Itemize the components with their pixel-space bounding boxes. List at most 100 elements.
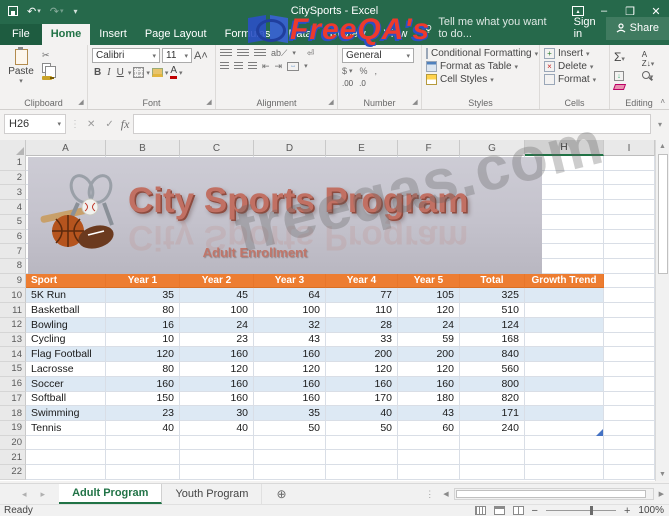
sign-in-link[interactable]: Sign in bbox=[564, 12, 606, 45]
cell-G15[interactable]: 560 bbox=[460, 362, 525, 377]
align-right-icon[interactable] bbox=[248, 62, 257, 71]
number-format-select[interactable]: General▾ bbox=[342, 48, 414, 63]
cell-H14[interactable] bbox=[525, 347, 604, 362]
conditional-formatting-button[interactable]: Conditional Formatting▾ bbox=[426, 48, 536, 59]
cell-I2[interactable] bbox=[604, 171, 655, 186]
ribbon-tab-insert[interactable]: Insert bbox=[90, 24, 136, 45]
cell-C18[interactable]: 30 bbox=[180, 406, 254, 421]
row-header-15[interactable]: 15 bbox=[0, 362, 26, 377]
format-painter-icon[interactable] bbox=[42, 76, 52, 80]
cell-G20[interactable] bbox=[460, 436, 525, 451]
collapse-ribbon-icon[interactable]: ˄ bbox=[660, 97, 665, 106]
cell-I5[interactable] bbox=[604, 215, 655, 230]
cell-E19[interactable]: 50 bbox=[326, 421, 398, 436]
cell-F22[interactable] bbox=[398, 465, 460, 480]
cell-D20[interactable] bbox=[254, 436, 326, 451]
column-header-b[interactable]: B bbox=[106, 140, 180, 156]
cell-C12[interactable]: 24 bbox=[180, 318, 254, 333]
sort-filter-icon[interactable]: AZ↓▾ bbox=[642, 50, 665, 69]
cell-E14[interactable]: 200 bbox=[326, 347, 398, 362]
cell-I8[interactable] bbox=[604, 259, 655, 274]
row-header-8[interactable]: 8 bbox=[0, 259, 26, 274]
cell-A11[interactable]: Basketball bbox=[26, 303, 106, 318]
cell-B16[interactable]: 160 bbox=[106, 377, 180, 392]
cell-F20[interactable] bbox=[398, 436, 460, 451]
row-header-6[interactable]: 6 bbox=[0, 230, 26, 245]
cell-B17[interactable]: 150 bbox=[106, 392, 180, 407]
accounting-format-icon[interactable]: $ bbox=[342, 66, 347, 76]
cell-D22[interactable] bbox=[254, 465, 326, 480]
cell-F19[interactable]: 60 bbox=[398, 421, 460, 436]
cell-I19[interactable] bbox=[604, 421, 655, 436]
cell-F17[interactable]: 180 bbox=[398, 392, 460, 407]
new-sheet-icon[interactable]: ⊕ bbox=[262, 484, 300, 504]
paste-button[interactable]: Paste▾ bbox=[4, 49, 38, 85]
cell-I7[interactable] bbox=[604, 244, 655, 259]
decrease-decimal-icon[interactable]: .0 bbox=[359, 79, 366, 88]
ribbon-tab-file[interactable]: File bbox=[0, 24, 42, 45]
cell-D12[interactable]: 32 bbox=[254, 318, 326, 333]
cell-H10[interactable] bbox=[525, 288, 604, 303]
cell-H13[interactable] bbox=[525, 333, 604, 348]
align-middle-icon[interactable] bbox=[237, 49, 249, 58]
cell-D21[interactable] bbox=[254, 450, 326, 465]
find-select-icon[interactable]: ▾ bbox=[642, 71, 665, 82]
cell-C14[interactable]: 160 bbox=[180, 347, 254, 362]
cell-A19[interactable]: Tennis bbox=[26, 421, 106, 436]
cell-A15[interactable]: Lacrosse bbox=[26, 362, 106, 377]
font-color-icon[interactable]: A bbox=[170, 66, 177, 79]
horizontal-scrollbar[interactable]: ⋮ ◀ ▶ bbox=[425, 484, 669, 504]
row-header-22[interactable]: 22 bbox=[0, 465, 26, 480]
copy-icon[interactable] bbox=[42, 63, 51, 73]
cell-G19[interactable]: 240 bbox=[460, 421, 525, 436]
italic-button[interactable]: I bbox=[105, 67, 112, 78]
cell-B14[interactable]: 120 bbox=[106, 347, 180, 362]
cell-C21[interactable] bbox=[180, 450, 254, 465]
column-header-i[interactable]: I bbox=[604, 140, 655, 156]
vertical-scroll-thumb[interactable] bbox=[658, 154, 668, 274]
cell-F16[interactable]: 160 bbox=[398, 377, 460, 392]
orientation-icon[interactable]: ab⟋ bbox=[271, 48, 287, 58]
cell-C17[interactable]: 160 bbox=[180, 392, 254, 407]
align-center-icon[interactable] bbox=[234, 62, 243, 71]
borders-icon[interactable] bbox=[133, 67, 144, 78]
cell-G9[interactable]: Total bbox=[460, 274, 525, 289]
cell-A21[interactable] bbox=[26, 450, 106, 465]
scroll-left-icon[interactable]: ◀ bbox=[440, 490, 451, 498]
cell-I9[interactable] bbox=[604, 274, 655, 289]
row-header-5[interactable]: 5 bbox=[0, 215, 26, 230]
sheet-tab-adult-program[interactable]: Adult Program bbox=[59, 484, 162, 504]
cell-I6[interactable] bbox=[604, 230, 655, 245]
cell-styles-button[interactable]: Cell Styles▾ bbox=[426, 74, 536, 85]
row-header-3[interactable]: 3 bbox=[0, 185, 26, 200]
grow-font-icon[interactable]: A˄ bbox=[194, 50, 208, 62]
zoom-slider-thumb[interactable] bbox=[590, 506, 593, 515]
cell-I4[interactable] bbox=[604, 200, 655, 215]
cell-D11[interactable]: 100 bbox=[254, 303, 326, 318]
cell-I11[interactable] bbox=[604, 303, 655, 318]
cell-D13[interactable]: 43 bbox=[254, 333, 326, 348]
cell-H21[interactable] bbox=[525, 450, 604, 465]
cell-E18[interactable]: 40 bbox=[326, 406, 398, 421]
page-break-view-icon[interactable] bbox=[513, 506, 524, 515]
underline-button[interactable]: U bbox=[115, 67, 126, 78]
next-sheet-icon[interactable]: ▸ bbox=[41, 489, 46, 500]
cell-I14[interactable] bbox=[604, 347, 655, 362]
cell-F14[interactable]: 200 bbox=[398, 347, 460, 362]
share-button[interactable]: Share bbox=[606, 17, 669, 40]
row-header-16[interactable]: 16 bbox=[0, 377, 26, 392]
bold-button[interactable]: B bbox=[92, 67, 103, 78]
cell-B22[interactable] bbox=[106, 465, 180, 480]
zoom-out-icon[interactable]: − bbox=[532, 505, 538, 516]
cell-F15[interactable]: 120 bbox=[398, 362, 460, 377]
cell-C10[interactable]: 45 bbox=[180, 288, 254, 303]
decrease-indent-icon[interactable]: ⇤ bbox=[262, 61, 270, 71]
cell-I17[interactable] bbox=[604, 392, 655, 407]
row-header-10[interactable]: 10 bbox=[0, 288, 26, 303]
cell-C20[interactable] bbox=[180, 436, 254, 451]
column-header-d[interactable]: D bbox=[254, 140, 326, 156]
cell-I3[interactable] bbox=[604, 185, 655, 200]
cell-I10[interactable] bbox=[604, 288, 655, 303]
row-header-9[interactable]: 9 bbox=[0, 274, 26, 289]
cell-I12[interactable] bbox=[604, 318, 655, 333]
